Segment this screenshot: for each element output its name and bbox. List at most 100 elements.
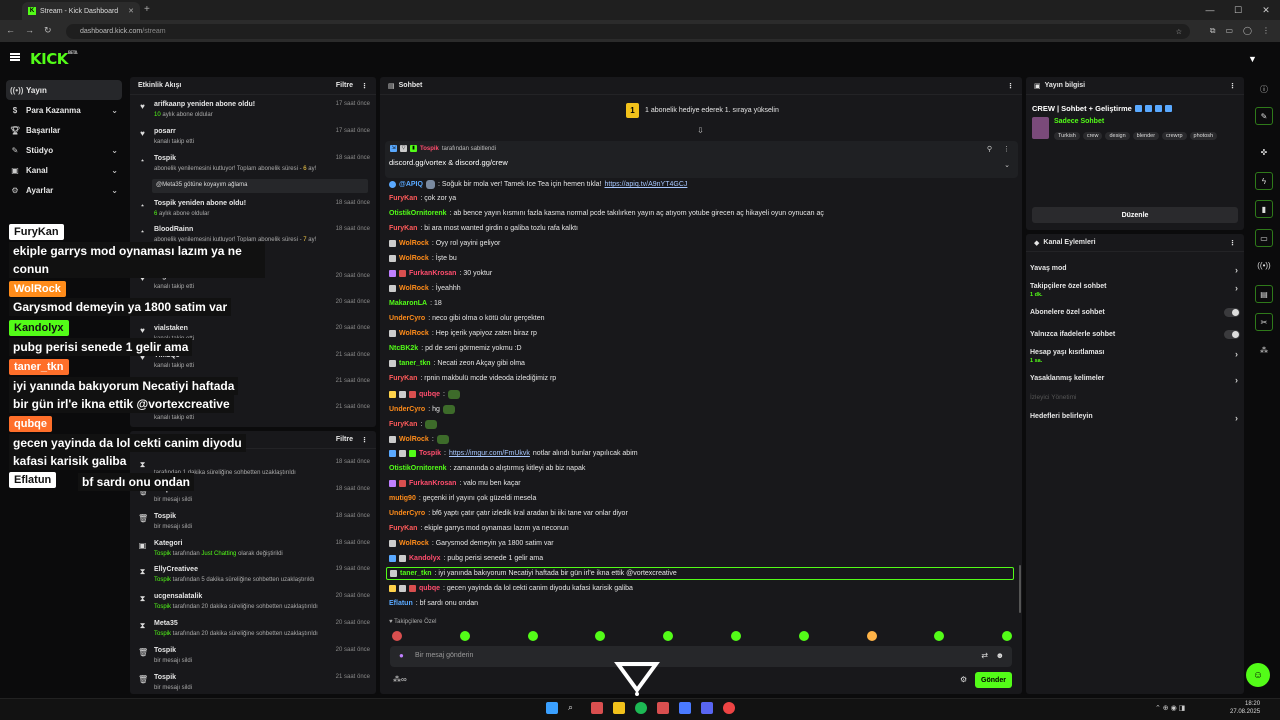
close-window-icon[interactable]: ✕ [1252, 0, 1280, 20]
grid-icon[interactable]: ▤ [1255, 285, 1273, 303]
stream-tag[interactable]: blender [1132, 132, 1160, 140]
chat-link[interactable]: https://apiq.tv/A9nYT4GCJ [605, 181, 688, 188]
chat-message[interactable]: MakaronLA: 18 [389, 300, 442, 307]
stream-tag[interactable]: Turkish [1054, 132, 1080, 140]
nav-item-ayarlar[interactable]: ⚙ Ayarlar ⌄ [6, 180, 122, 200]
chat-username[interactable]: WolRock [399, 285, 429, 292]
back-icon[interactable]: ← [6, 25, 15, 36]
chat-message[interactable]: FurkanKrosan: 30 yoktur [389, 270, 492, 277]
chat-message[interactable]: UnderCyro: hg [389, 405, 455, 414]
stream-tag[interactable]: design [1105, 132, 1130, 140]
profile-icon[interactable]: ◯ [1243, 26, 1252, 36]
chat-message[interactable]: WolRock: Hep içerik yapiyoz zaten biraz … [389, 330, 537, 337]
chat-bubble-icon[interactable]: ▭ [1255, 229, 1273, 247]
quick-emote-icon[interactable] [731, 631, 741, 641]
stream-tag[interactable]: photosh [1189, 132, 1218, 140]
more-options-icon[interactable]: ⋮ [361, 82, 368, 90]
chat-username[interactable]: WolRock [399, 240, 429, 247]
chat-username[interactable]: qubqe [419, 585, 440, 592]
chat-username[interactable]: mutig90 [389, 495, 416, 502]
chat-username[interactable]: WolRock [399, 540, 429, 547]
chat-message[interactable]: OtistikOrnitorenk: zamanında o alıştırmı… [389, 465, 585, 472]
chat-message[interactable]: Eflatun: bf sardı onu ondan [389, 600, 478, 607]
quick-emote-icon[interactable] [392, 631, 402, 641]
chat-username[interactable]: FuryKan [389, 421, 417, 428]
chat-message[interactable]: qubqe: gecen yayinda da lol cekti canim … [389, 585, 633, 592]
chat-username[interactable]: FuryKan [389, 195, 417, 202]
emotes-only-row[interactable]: Yalnızca ifadelerle sohbet [1030, 330, 1240, 339]
chat-message[interactable]: UnderCyro: neco gibi olma o kötü olur ge… [389, 315, 545, 322]
edit-stream-info-button[interactable]: Düzenle [1032, 207, 1238, 223]
chat-tools-icon[interactable]: ⁂∞ [393, 675, 407, 684]
gift-goal-banner[interactable]: 1 1 abonelik hediye ederek 1. sıraya yük… [626, 103, 779, 118]
lightning-icon[interactable]: ϟ [1255, 172, 1273, 190]
bookmark-star-icon[interactable]: ☆ [1176, 28, 1182, 36]
chrome-icon[interactable] [723, 702, 735, 714]
chat-username[interactable]: taner_tkn [400, 570, 432, 577]
support-chat-button[interactable]: ☺ [1246, 663, 1270, 687]
chat-message[interactable]: WolRock: İşte bu [389, 255, 457, 262]
nav-item-kanal[interactable]: ▣ Kanal ⌄ [6, 160, 122, 180]
emotes-only-toggle[interactable] [1224, 330, 1240, 339]
chevron-down-icon[interactable]: ⌄ [1004, 161, 1010, 169]
chat-username[interactable]: WolRock [399, 255, 429, 262]
subs-only-row[interactable]: Abonelere özel sohbet [1030, 308, 1240, 317]
chat-message[interactable]: taner_tkn: Necati zeon Akçay gibi olma [389, 360, 525, 367]
chat-message[interactable]: WolRock: [389, 435, 449, 444]
chat-message[interactable]: FuryKan: ekiple garrys mod oynaması lazı… [389, 525, 569, 532]
chat-message[interactable]: FurkanKrosan: valo mu ben kaçar [389, 480, 521, 487]
chat-username[interactable]: qubqe [419, 391, 440, 398]
reload-icon[interactable]: ↻ [44, 25, 52, 36]
chat-username[interactable]: OtistikOrnitorenk [389, 210, 447, 217]
browser-menu-icon[interactable]: ⋮ [1262, 26, 1270, 36]
mod-log-filter-button[interactable]: Filtre [336, 436, 353, 443]
chat-message[interactable]: Kandolyx: pubg perisi senede 1 gelir ama [389, 555, 543, 562]
emote-picker-icon[interactable]: ⇄ [981, 651, 988, 660]
chat-message[interactable]: NtcBK2k: pd de seni görmemiz yokmu :D [389, 345, 522, 352]
chat-username[interactable]: Tospik [419, 450, 441, 457]
sidebar-icon[interactable]: ▭ [1225, 26, 1233, 36]
slow-mode-row[interactable]: Yavaş mod › [1030, 265, 1240, 275]
windows-start-icon[interactable] [546, 702, 558, 714]
chat-username[interactable]: taner_tkn [399, 360, 431, 367]
activity-filter-button[interactable]: Filtre [336, 82, 353, 89]
chat-username[interactable]: WolRock [399, 330, 429, 337]
chat-message[interactable]: UnderCyro: bf6 yaptı çatır çatır izledik… [389, 510, 628, 517]
more-options-icon[interactable]: ⋮ [1003, 145, 1010, 153]
info-icon[interactable]: ⓘ [1255, 80, 1273, 98]
more-options-icon[interactable]: ⋮ [1229, 82, 1236, 90]
chat-username[interactable]: FuryKan [389, 525, 417, 532]
chat-message[interactable]: FuryKan: rpnin makbulü mcde videoda izle… [389, 375, 556, 382]
folder-icon[interactable] [613, 702, 625, 714]
stream-tag[interactable]: crew [1082, 132, 1103, 140]
more-options-icon[interactable]: ⋮ [361, 436, 368, 444]
chat-username[interactable]: @APIQ [399, 181, 423, 188]
chat-username[interactable]: WolRock [399, 436, 429, 443]
goals-row[interactable]: Hedefleri belirleyin › [1030, 413, 1240, 423]
chat-message[interactable]: taner_tkn: iyi yanında bakıyorum Necatiy… [386, 567, 1014, 580]
mic-icon[interactable]: ● [399, 651, 404, 660]
app-icon[interactable] [591, 702, 603, 714]
pin-icon[interactable]: ⚲ [987, 145, 992, 153]
app-icon[interactable] [657, 702, 669, 714]
account-age-row[interactable]: Hesap yaşı kısıtlaması 1 sa. › [1030, 349, 1240, 364]
chat-message[interactable]: FuryKan: çok zor ya [389, 195, 456, 202]
discord-icon[interactable] [701, 702, 713, 714]
more-options-icon[interactable]: ⋮ [1229, 239, 1236, 247]
quick-emote-icon[interactable] [459, 631, 470, 641]
banned-words-row[interactable]: Yasaklanmış kelimeler › [1030, 375, 1240, 385]
document-icon[interactable]: ▮ [1255, 200, 1273, 218]
chat-username[interactable]: OtistikOrnitorenk [389, 465, 447, 472]
url-input[interactable]: dashboard.kick.com/stream ☆ [66, 24, 1190, 39]
chat-message[interactable]: WolRock: Garysmod demeyin ya 1800 satim … [389, 540, 554, 547]
chat-username[interactable]: Eflatun [389, 600, 413, 607]
chat-username[interactable]: FurkanKrosan [409, 480, 456, 487]
nav-item-studyo[interactable]: ✎ Stüdyo ⌄ [6, 140, 122, 160]
browser-tab[interactable]: K Stream - Kick Dashboard ✕ [22, 2, 140, 20]
system-tray[interactable]: ⌃ ⊕ ◉ ◨ [1155, 704, 1185, 712]
search-icon[interactable]: ⌕ [568, 702, 580, 714]
new-tab-icon[interactable]: + [144, 4, 150, 15]
chat-scrollbar[interactable] [1019, 565, 1021, 613]
chat-settings-icon[interactable]: ⚙ [960, 675, 967, 684]
extensions-icon[interactable]: ⧉ [1210, 26, 1216, 36]
